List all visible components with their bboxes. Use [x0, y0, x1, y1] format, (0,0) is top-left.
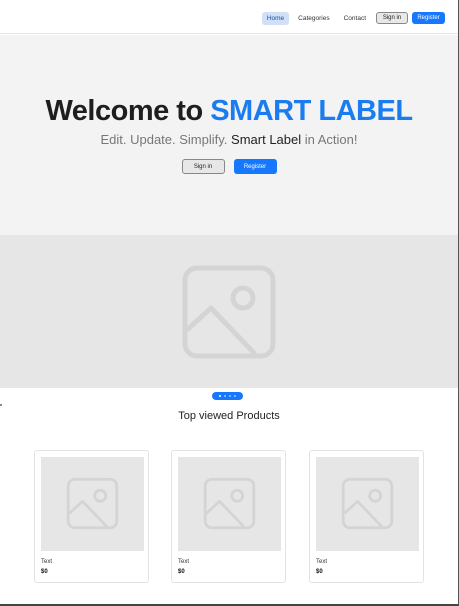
carousel-dot[interactable] — [224, 395, 226, 397]
nav-links: Home Categories Contact — [261, 12, 371, 25]
hero-subtitle: Edit. Update. Simplify. Smart Label in A… — [0, 132, 458, 147]
carousel-dot[interactable] — [219, 395, 221, 397]
section-title: Top viewed Products — [178, 410, 280, 422]
hero-banner-carousel[interactable] — [0, 235, 458, 388]
nav-signin-button[interactable]: Sign in — [376, 12, 408, 24]
hero-section: Welcome to SMART LABEL Edit. Update. Sim… — [0, 35, 458, 235]
image-placeholder-icon — [182, 265, 276, 359]
product-image — [316, 457, 419, 551]
edge-marker — [0, 404, 2, 406]
product-card[interactable]: Text $0 — [171, 450, 286, 583]
top-navbar: Home Categories Contact Sign in Register — [0, 0, 458, 34]
hero-buttons: Sign in Register — [0, 159, 458, 174]
hero-signin-button[interactable]: Sign in — [181, 159, 225, 174]
product-image — [178, 457, 281, 551]
hero-title: Welcome to SMART LABEL — [0, 95, 458, 128]
hero-subtitle-prefix: Edit. Update. Simplify. — [100, 132, 232, 147]
image-placeholder-icon — [341, 477, 394, 530]
nav-register-button[interactable]: Register — [412, 12, 445, 24]
carousel-dot[interactable] — [234, 395, 236, 397]
product-name: Text — [316, 559, 328, 565]
nav-link-home[interactable]: Home — [261, 12, 290, 25]
image-placeholder-icon — [203, 477, 256, 530]
nav-link-contact[interactable]: Contact — [339, 12, 371, 25]
product-image — [41, 457, 144, 551]
hero-register-button[interactable]: Register — [233, 159, 277, 174]
hero-subtitle-suffix: in Action! — [301, 132, 358, 147]
product-card[interactable]: Text $0 — [34, 450, 149, 583]
carousel-indicator[interactable] — [212, 392, 243, 400]
page-frame: Home Categories Contact Sign in Register… — [0, 0, 459, 606]
product-name: Text — [178, 559, 190, 565]
hero-subtitle-strong: Smart Label — [231, 132, 302, 147]
product-name: Text — [41, 559, 53, 565]
hero-title-brand: SMART LABEL — [210, 95, 413, 127]
product-card[interactable]: Text $0 — [309, 450, 424, 583]
product-price: $0 — [178, 569, 185, 575]
product-price: $0 — [41, 569, 48, 575]
carousel-dot[interactable] — [229, 395, 231, 397]
product-price: $0 — [316, 569, 323, 575]
image-placeholder-icon — [66, 477, 119, 530]
hero-title-prefix: Welcome to — [45, 95, 211, 127]
nav-link-categories[interactable]: Categories — [293, 12, 334, 25]
